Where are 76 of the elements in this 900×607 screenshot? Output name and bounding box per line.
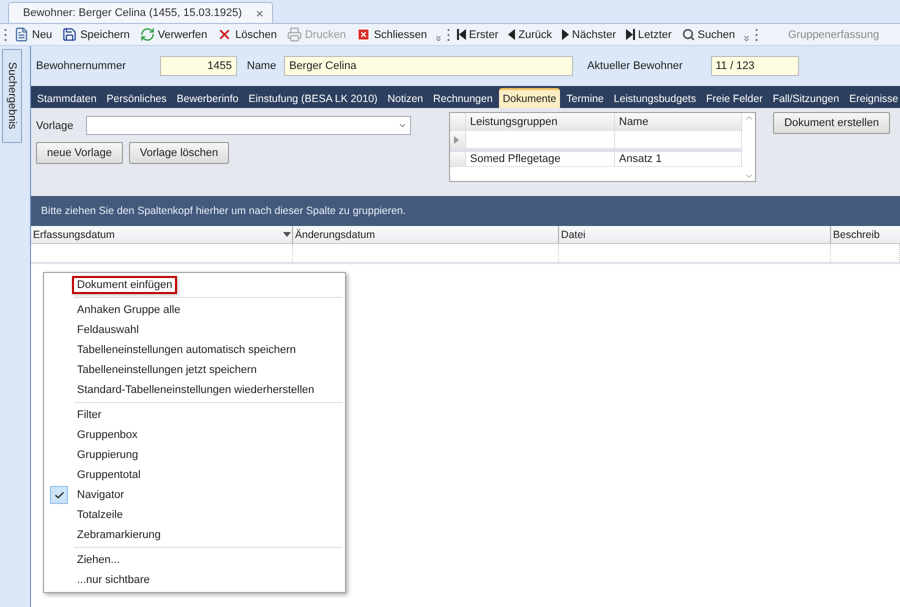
tab[interactable]: Einstufung (BESA LK 2010) bbox=[244, 89, 382, 108]
field-label: Vorlage bbox=[36, 120, 74, 132]
printer-icon bbox=[286, 27, 302, 42]
row-pointer-icon bbox=[454, 136, 459, 144]
side-tab[interactable]: Suchergebnis bbox=[2, 49, 22, 143]
document-icon bbox=[14, 27, 29, 42]
grip-icon bbox=[754, 28, 758, 42]
menu-item[interactable]: Zebramarkierung bbox=[44, 525, 345, 545]
action-button[interactable]: neue Vorlage bbox=[36, 142, 123, 164]
input-field[interactable]: 11 / 123 bbox=[710, 56, 799, 76]
overflow-icon[interactable] bbox=[742, 34, 751, 43]
toolbar-button[interactable]: Letzter bbox=[623, 28, 675, 40]
menu-item[interactable]: Standard-Tabelleneinstellungen wiederherstellen bbox=[44, 380, 345, 400]
tab-close-button[interactable]: × bbox=[256, 6, 264, 20]
menu-item[interactable]: Ziehen... bbox=[44, 550, 345, 570]
tab[interactable]: Stammdaten bbox=[33, 89, 101, 108]
menu-item[interactable]: Feldauswahl bbox=[44, 320, 345, 340]
tab[interactable]: Leistungsbudgets bbox=[610, 89, 700, 108]
menu-item[interactable]: Tabelleneinstellungen automatisch speichern bbox=[44, 340, 345, 360]
create-document-button[interactable]: Dokument erstellen bbox=[773, 112, 890, 134]
dropdown-field[interactable] bbox=[86, 116, 412, 135]
menu-item[interactable]: Gruppierung bbox=[44, 445, 345, 465]
tab[interactable]: Dokumente bbox=[498, 88, 560, 108]
menu-item[interactable]: Filter bbox=[44, 405, 345, 425]
close-icon bbox=[356, 27, 371, 42]
grip-icon bbox=[447, 28, 450, 42]
toolbar-button[interactable]: Erster bbox=[454, 28, 502, 40]
menu-item[interactable]: Anhaken Gruppe alle bbox=[44, 300, 345, 320]
toolbar-button[interactable]: Nächster bbox=[559, 28, 620, 40]
column-header[interactable]: Datei bbox=[559, 226, 831, 243]
sort-arrow-icon bbox=[283, 232, 291, 237]
column-header[interactable]: Änderungsdatum bbox=[293, 226, 559, 243]
tab[interactable]: Bewerberinfo bbox=[172, 89, 243, 108]
search-icon bbox=[682, 28, 695, 41]
column-header[interactable]: Name bbox=[615, 113, 742, 130]
skip-first-icon bbox=[457, 29, 466, 40]
toolbar-button[interactable]: Suchen bbox=[678, 28, 738, 41]
tab[interactable]: Freie Felder bbox=[702, 89, 767, 108]
tab[interactable]: Ereignisse bbox=[845, 89, 900, 108]
tab[interactable]: Rechnungen bbox=[429, 89, 497, 108]
triangle-left-icon bbox=[508, 29, 516, 40]
column-header[interactable]: Leistungsgruppen bbox=[466, 113, 615, 130]
menu-item[interactable]: Dokument einfügen bbox=[44, 275, 345, 295]
overflow-icon[interactable] bbox=[434, 34, 444, 43]
toolbar-button[interactable]: Zurück bbox=[505, 28, 555, 40]
input-field[interactable]: 1455 bbox=[160, 56, 237, 76]
toolbar-label: Gruppenerfassung bbox=[788, 28, 880, 40]
menu-item[interactable]: Gruppentotal bbox=[44, 465, 345, 485]
toolbar-button[interactable]: Verwerfen bbox=[136, 27, 210, 42]
toolbar-button[interactable]: Löschen bbox=[214, 27, 280, 42]
triangle-right-icon bbox=[562, 29, 569, 40]
action-button[interactable]: Vorlage löschen bbox=[128, 142, 230, 164]
tab[interactable]: Termine bbox=[562, 89, 608, 108]
menu-item[interactable]: Tabelleneinstellungen jetzt speichern bbox=[44, 360, 345, 380]
menu-item[interactable]: Navigator bbox=[44, 485, 345, 505]
tab[interactable]: Fall/Sitzungen bbox=[768, 89, 844, 108]
document-tab[interactable]: Bewohner: Berger Celina (1455, 15.03.1925) × bbox=[8, 2, 273, 23]
toolbar-button[interactable]: Speichern bbox=[59, 27, 133, 42]
toolbar-button[interactable]: Neu bbox=[11, 27, 56, 42]
menu-item[interactable]: ...nur sichtbare bbox=[44, 570, 345, 590]
skip-last-icon bbox=[626, 29, 636, 40]
row-header bbox=[450, 152, 466, 166]
input-field[interactable]: Berger Celina bbox=[284, 56, 574, 76]
field-label: Name bbox=[246, 60, 276, 72]
field-label: Bewohnernummer bbox=[36, 60, 126, 72]
menu-item[interactable]: Gruppenbox bbox=[44, 425, 345, 445]
column-header[interactable]: Erfassungsdatum bbox=[31, 226, 293, 243]
menu-item[interactable]: Totalzeile bbox=[44, 505, 345, 525]
toolbar-button[interactable]: Schliessen bbox=[352, 27, 430, 42]
tab[interactable]: Persönliches bbox=[102, 89, 171, 108]
column-header[interactable]: Beschreib bbox=[831, 226, 900, 243]
group-hint: Bitte ziehen Sie den Spaltenkopf hierher um nach dieser Spalte zu gruppieren. bbox=[41, 205, 406, 217]
refresh-icon bbox=[140, 27, 155, 42]
tab[interactable]: Notizen bbox=[384, 89, 428, 108]
field-label: Aktueller Bewohner bbox=[587, 60, 683, 72]
grip-icon bbox=[4, 28, 7, 42]
